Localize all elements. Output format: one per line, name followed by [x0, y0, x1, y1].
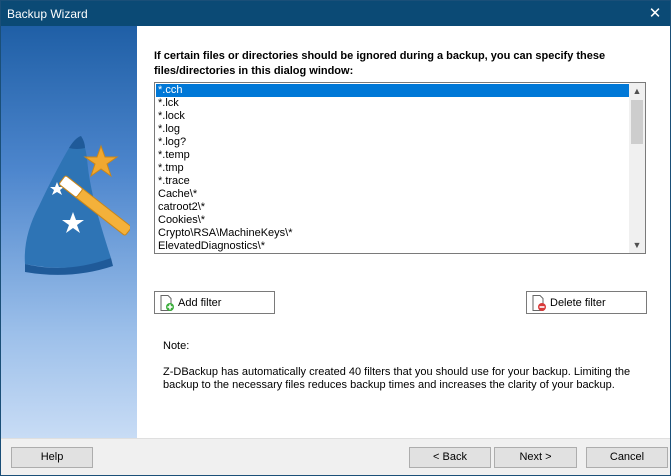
delete-filter-icon	[532, 295, 546, 311]
filter-list[interactable]: *.cch *.lck *.lock *.log *.log? *.temp *.tmp *.…	[154, 82, 646, 254]
side-panel	[1, 26, 137, 438]
close-button[interactable]: ✕	[640, 1, 670, 26]
filter-list-item[interactable]: *.cch	[156, 84, 629, 97]
filter-list-item[interactable]: Crypto\RSA\MachineKeys\*	[156, 227, 629, 240]
back-button[interactable]: < Back	[409, 447, 491, 468]
add-filter-label: Add filter	[178, 297, 222, 309]
filter-list-item[interactable]: Cookies\*	[156, 214, 629, 227]
footer-divider	[1, 438, 670, 439]
filter-list-item[interactable]: *.temp	[156, 149, 629, 162]
scroll-down-icon[interactable]: ▼	[629, 237, 645, 253]
delete-filter-label: Delete filter	[550, 297, 606, 309]
filter-list-item[interactable]: *.log	[156, 123, 629, 136]
scroll-thumb[interactable]	[631, 100, 643, 144]
filter-list-item[interactable]: *.lock	[156, 110, 629, 123]
filter-list-item[interactable]: *.trace	[156, 175, 629, 188]
cancel-button[interactable]: Cancel	[586, 447, 668, 468]
add-filter-icon	[160, 295, 174, 311]
wizard-hat-icon	[24, 136, 130, 275]
window-title: Backup Wizard	[7, 7, 88, 21]
close-icon: ✕	[648, 5, 662, 22]
scroll-up-icon[interactable]: ▲	[629, 83, 645, 99]
filter-list-items: *.cch *.lck *.lock *.log *.log? *.temp *.tmp *.…	[156, 84, 629, 253]
filter-list-item[interactable]: *.tmp	[156, 162, 629, 175]
filter-list-scrollbar[interactable]: ▲ ▼	[629, 83, 645, 253]
instructions-text: If certain files or directories should b…	[154, 50, 606, 77]
filter-list-item[interactable]: ElevatedDiagnostics\*	[156, 240, 629, 253]
help-button[interactable]: Help	[11, 447, 93, 468]
note-text: Z-DBackup has automatically created 40 f…	[163, 366, 631, 391]
delete-filter-button[interactable]: Delete filter	[526, 291, 647, 314]
filter-list-item[interactable]: catroot2\*	[156, 201, 629, 214]
note-label: Note:	[163, 340, 190, 352]
add-filter-button[interactable]: Add filter	[154, 291, 275, 314]
backup-wizard-window: Backup Wizard ✕ If certain files or dire…	[0, 0, 671, 476]
next-button[interactable]: Next >	[494, 447, 577, 468]
filter-list-item[interactable]: Cache\*	[156, 188, 629, 201]
filter-list-item[interactable]: *.log?	[156, 136, 629, 149]
filter-list-item[interactable]: *.lck	[156, 97, 629, 110]
title-bar[interactable]: Backup Wizard ✕	[1, 1, 670, 26]
